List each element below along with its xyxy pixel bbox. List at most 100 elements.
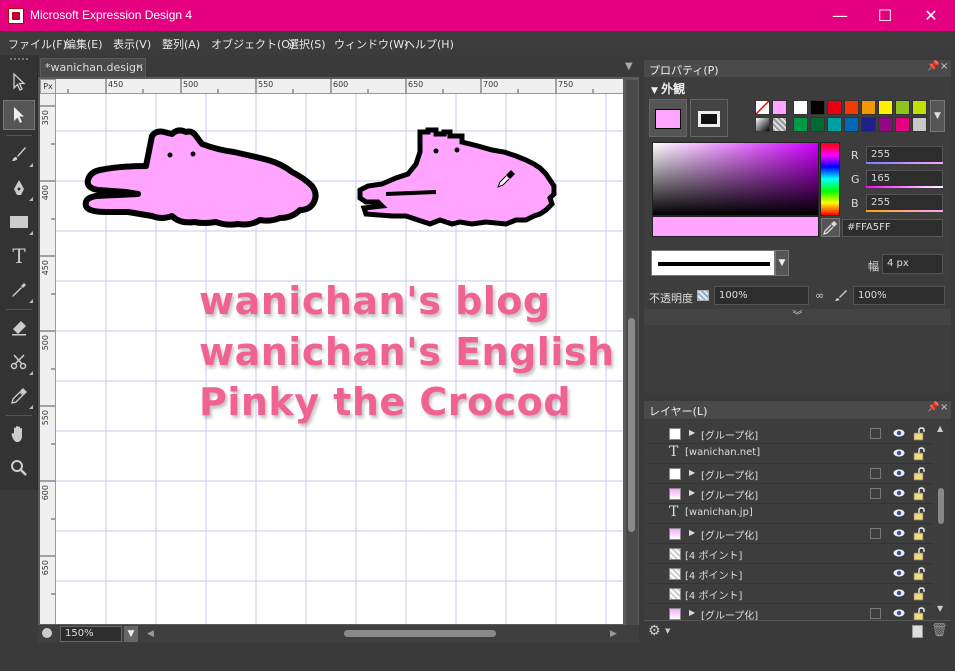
- expand-arrow-icon[interactable]: ▶: [689, 488, 695, 497]
- expand-arrow-icon[interactable]: ▶: [689, 528, 695, 537]
- lock-icon[interactable]: [912, 447, 926, 461]
- paintbrush-tool[interactable]: [3, 139, 35, 169]
- pin-icon[interactable]: 📌: [927, 402, 939, 413]
- chevron-down-icon[interactable]: ▼: [124, 626, 138, 642]
- palette-swatch[interactable]: [912, 117, 927, 132]
- palette-swatch[interactable]: [844, 100, 859, 115]
- expand-arrow-icon[interactable]: ▶: [689, 428, 695, 437]
- lock-icon[interactable]: [912, 507, 926, 521]
- color-picker-tool[interactable]: [3, 381, 35, 411]
- lock-icon[interactable]: [912, 547, 926, 561]
- eyedropper-button[interactable]: [821, 218, 840, 237]
- lock-icon[interactable]: [912, 567, 926, 581]
- layer-row[interactable]: ▶ [グループ化]: [647, 424, 933, 444]
- palette-swatch[interactable]: [895, 100, 910, 115]
- pattern-swatch[interactable]: [772, 117, 787, 132]
- menu-window[interactable]: ウィンドウ(W): [334, 36, 408, 52]
- gear-icon[interactable]: ⚙: [648, 623, 661, 639]
- hue-slider[interactable]: [820, 142, 840, 216]
- artboard-canvas[interactable]: wanichan's blog wanichan's English b Pin…: [56, 94, 623, 624]
- eraser-tool[interactable]: [3, 313, 35, 343]
- zoom-level-input[interactable]: 150%: [60, 626, 122, 642]
- layer-select-checkbox[interactable]: [870, 608, 881, 619]
- palette-swatch[interactable]: [793, 117, 808, 132]
- color-picker-field[interactable]: [652, 142, 819, 216]
- ruler-unit[interactable]: Px: [40, 79, 56, 94]
- menu-object[interactable]: オブジェクト(O): [211, 36, 294, 52]
- eye-icon[interactable]: [892, 506, 906, 520]
- scroll-down-arrow[interactable]: ▼: [937, 604, 943, 613]
- opacity-input[interactable]: 100%: [714, 286, 809, 305]
- layer-row[interactable]: ▶ [グループ化]: [647, 524, 933, 544]
- lock-icon[interactable]: [912, 467, 926, 481]
- layer-row[interactable]: ▶ [グループ化]: [647, 484, 933, 504]
- palette-swatch[interactable]: [861, 117, 876, 132]
- layer-row[interactable]: [4 ポイント]: [647, 544, 933, 564]
- gradient-swatch[interactable]: [755, 117, 770, 132]
- no-color-swatch[interactable]: [755, 100, 770, 115]
- ruler-vertical[interactable]: 350 400 450 500 550 600 650: [40, 94, 56, 624]
- toolbox-grip[interactable]: [10, 58, 28, 60]
- scroll-up-arrow[interactable]: ▲: [937, 424, 943, 433]
- new-layer-icon[interactable]: [912, 625, 923, 638]
- menu-arrange[interactable]: 整列(A): [162, 36, 200, 52]
- direct-selection-tool[interactable]: [3, 100, 35, 130]
- canvas-text-line[interactable]: wanichan's blog: [199, 279, 551, 323]
- lock-icon[interactable]: [912, 427, 926, 441]
- palette-swatch[interactable]: [912, 100, 927, 115]
- close-button[interactable]: ✕: [908, 0, 954, 31]
- layer-row[interactable]: T [wanichan.net]: [647, 444, 933, 464]
- expand-chevron-icon[interactable]: ︾: [644, 309, 951, 325]
- chevron-down-icon[interactable]: ▼: [775, 250, 789, 276]
- eye-icon[interactable]: [892, 526, 906, 540]
- close-icon[interactable]: ×: [135, 60, 144, 73]
- selection-tool[interactable]: [3, 67, 35, 97]
- layer-select-checkbox[interactable]: [870, 528, 881, 539]
- close-icon[interactable]: ×: [940, 61, 948, 72]
- close-icon[interactable]: ×: [940, 402, 948, 413]
- lock-icon[interactable]: [912, 587, 926, 601]
- layer-row[interactable]: ▶ [グループ化]: [647, 464, 933, 484]
- layer-row[interactable]: [4 ポイント]: [647, 564, 933, 584]
- expand-arrow-icon[interactable]: ▶: [689, 468, 695, 477]
- vertical-scrollbar[interactable]: [626, 80, 638, 625]
- layer-select-checkbox[interactable]: [870, 488, 881, 499]
- palette-swatch[interactable]: [878, 117, 893, 132]
- eye-icon[interactable]: [892, 446, 906, 460]
- lock-icon[interactable]: [912, 487, 926, 501]
- link-icon[interactable]: ∞: [815, 289, 829, 302]
- menu-help[interactable]: ヘルプ(H): [404, 36, 454, 52]
- scroll-right-arrow[interactable]: ▶: [610, 629, 617, 639]
- chevron-down-icon[interactable]: ▼: [930, 100, 945, 132]
- minimize-button[interactable]: —: [817, 0, 863, 31]
- menu-edit[interactable]: 編集(E): [65, 36, 103, 52]
- red-gradient-bar[interactable]: [866, 162, 943, 164]
- pen-tool[interactable]: [3, 173, 35, 203]
- palette-swatch[interactable]: [878, 100, 893, 115]
- text-tool[interactable]: T: [3, 241, 35, 271]
- stroke-style-select[interactable]: [651, 250, 775, 276]
- fill-swatch-button[interactable]: [649, 99, 687, 137]
- eye-icon[interactable]: [892, 586, 906, 600]
- eye-icon[interactable]: [892, 546, 906, 560]
- expand-arrow-icon[interactable]: ▶: [689, 608, 695, 617]
- menu-file[interactable]: ファイル(F): [8, 36, 67, 52]
- eye-icon[interactable]: [892, 486, 906, 500]
- pin-icon[interactable]: 📌: [927, 61, 939, 72]
- appearance-section-title[interactable]: ▼ 外観: [651, 80, 685, 97]
- layer-select-checkbox[interactable]: [870, 468, 881, 479]
- menu-view[interactable]: 表示(V): [113, 36, 151, 52]
- eye-icon[interactable]: [892, 606, 906, 620]
- horizontal-scroll-thumb[interactable]: [344, 630, 496, 637]
- hex-color-input[interactable]: #FFA5FF: [842, 219, 943, 237]
- crocodile-smooth[interactable]: [82, 127, 319, 228]
- palette-swatch[interactable]: [810, 117, 825, 132]
- palette-swatch[interactable]: [827, 117, 842, 132]
- eye-icon[interactable]: [892, 466, 906, 480]
- canvas-text-line[interactable]: Pinky the Crocod: [199, 380, 571, 424]
- maximize-button[interactable]: ☐: [862, 0, 908, 31]
- layer-row[interactable]: T [wanichan.jp]: [647, 504, 933, 524]
- stroke-swatch-button[interactable]: [690, 99, 728, 137]
- document-tab[interactable]: *wanichan.design ×: [40, 58, 146, 77]
- scissors-tool[interactable]: [3, 347, 35, 377]
